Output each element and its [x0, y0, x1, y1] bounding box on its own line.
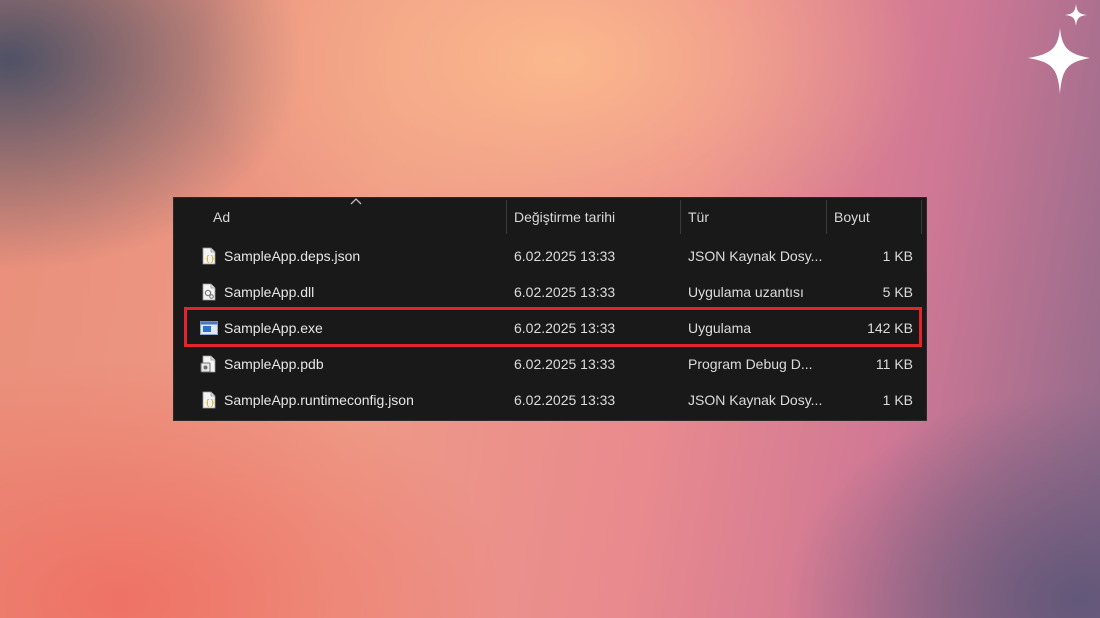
file-name: SampleApp.runtimeconfig.json [224, 392, 414, 408]
file-modified: 6.02.2025 13:33 [514, 392, 616, 408]
json-file-icon: {} [202, 247, 216, 265]
column-header-modified[interactable]: Değiştirme tarihi [514, 198, 615, 236]
file-row[interactable]: SampleApp.pdb 6.02.2025 13:33 Program De… [174, 346, 926, 382]
file-type: JSON Kaynak Dosy... [688, 392, 823, 408]
file-name: SampleApp.pdb [224, 356, 324, 372]
file-row[interactable]: {} SampleApp.runtimeconfig.json 6.02.202… [174, 382, 926, 418]
sparkle-icon [1028, 4, 1090, 94]
column-header-type[interactable]: Tür [688, 198, 709, 236]
column-divider[interactable] [506, 200, 507, 234]
column-divider[interactable] [826, 200, 827, 234]
file-size: 11 KB [875, 356, 913, 372]
column-divider[interactable] [921, 200, 922, 234]
column-header-name[interactable]: Ad [213, 198, 230, 236]
sort-ascending-icon[interactable] [350, 196, 362, 206]
svg-text:{}: {} [205, 254, 215, 263]
dll-file-icon [202, 283, 216, 301]
file-type: Program Debug D... [688, 356, 813, 372]
file-row[interactable]: {} SampleApp.deps.json 6.02.2025 13:33 J… [174, 238, 926, 274]
svg-text:{}: {} [205, 398, 215, 407]
file-size: 1 KB [882, 248, 913, 264]
pdb-file-icon [200, 355, 216, 373]
file-name: SampleApp.dll [224, 284, 315, 300]
file-modified: 6.02.2025 13:33 [514, 356, 616, 372]
file-type: Uygulama [688, 320, 752, 336]
file-size: 142 KB [867, 320, 913, 336]
file-explorer-list: Ad Değiştirme tarihi Tür Boyut {} Sample… [173, 197, 927, 421]
file-size: 5 KB [882, 284, 913, 300]
exe-file-icon [200, 321, 218, 335]
file-modified: 6.02.2025 13:33 [514, 284, 616, 300]
file-type: Uygulama uzantısı [688, 284, 804, 300]
file-row[interactable]: SampleApp.dll 6.02.2025 13:33 Uygulama u… [174, 274, 926, 310]
file-row-selected[interactable]: SampleApp.exe 6.02.2025 13:33 Uygulama 1… [174, 310, 926, 346]
file-modified: 6.02.2025 13:33 [514, 320, 616, 336]
json-file-icon: {} [202, 391, 216, 409]
column-divider[interactable] [680, 200, 681, 234]
file-size: 1 KB [882, 392, 913, 408]
file-modified: 6.02.2025 13:33 [514, 248, 616, 264]
file-type: JSON Kaynak Dosy... [688, 248, 823, 264]
file-name: SampleApp.exe [224, 320, 323, 336]
column-header-size[interactable]: Boyut [834, 198, 870, 236]
column-header-row: Ad Değiştirme tarihi Tür Boyut [174, 198, 926, 236]
file-name: SampleApp.deps.json [224, 248, 361, 264]
